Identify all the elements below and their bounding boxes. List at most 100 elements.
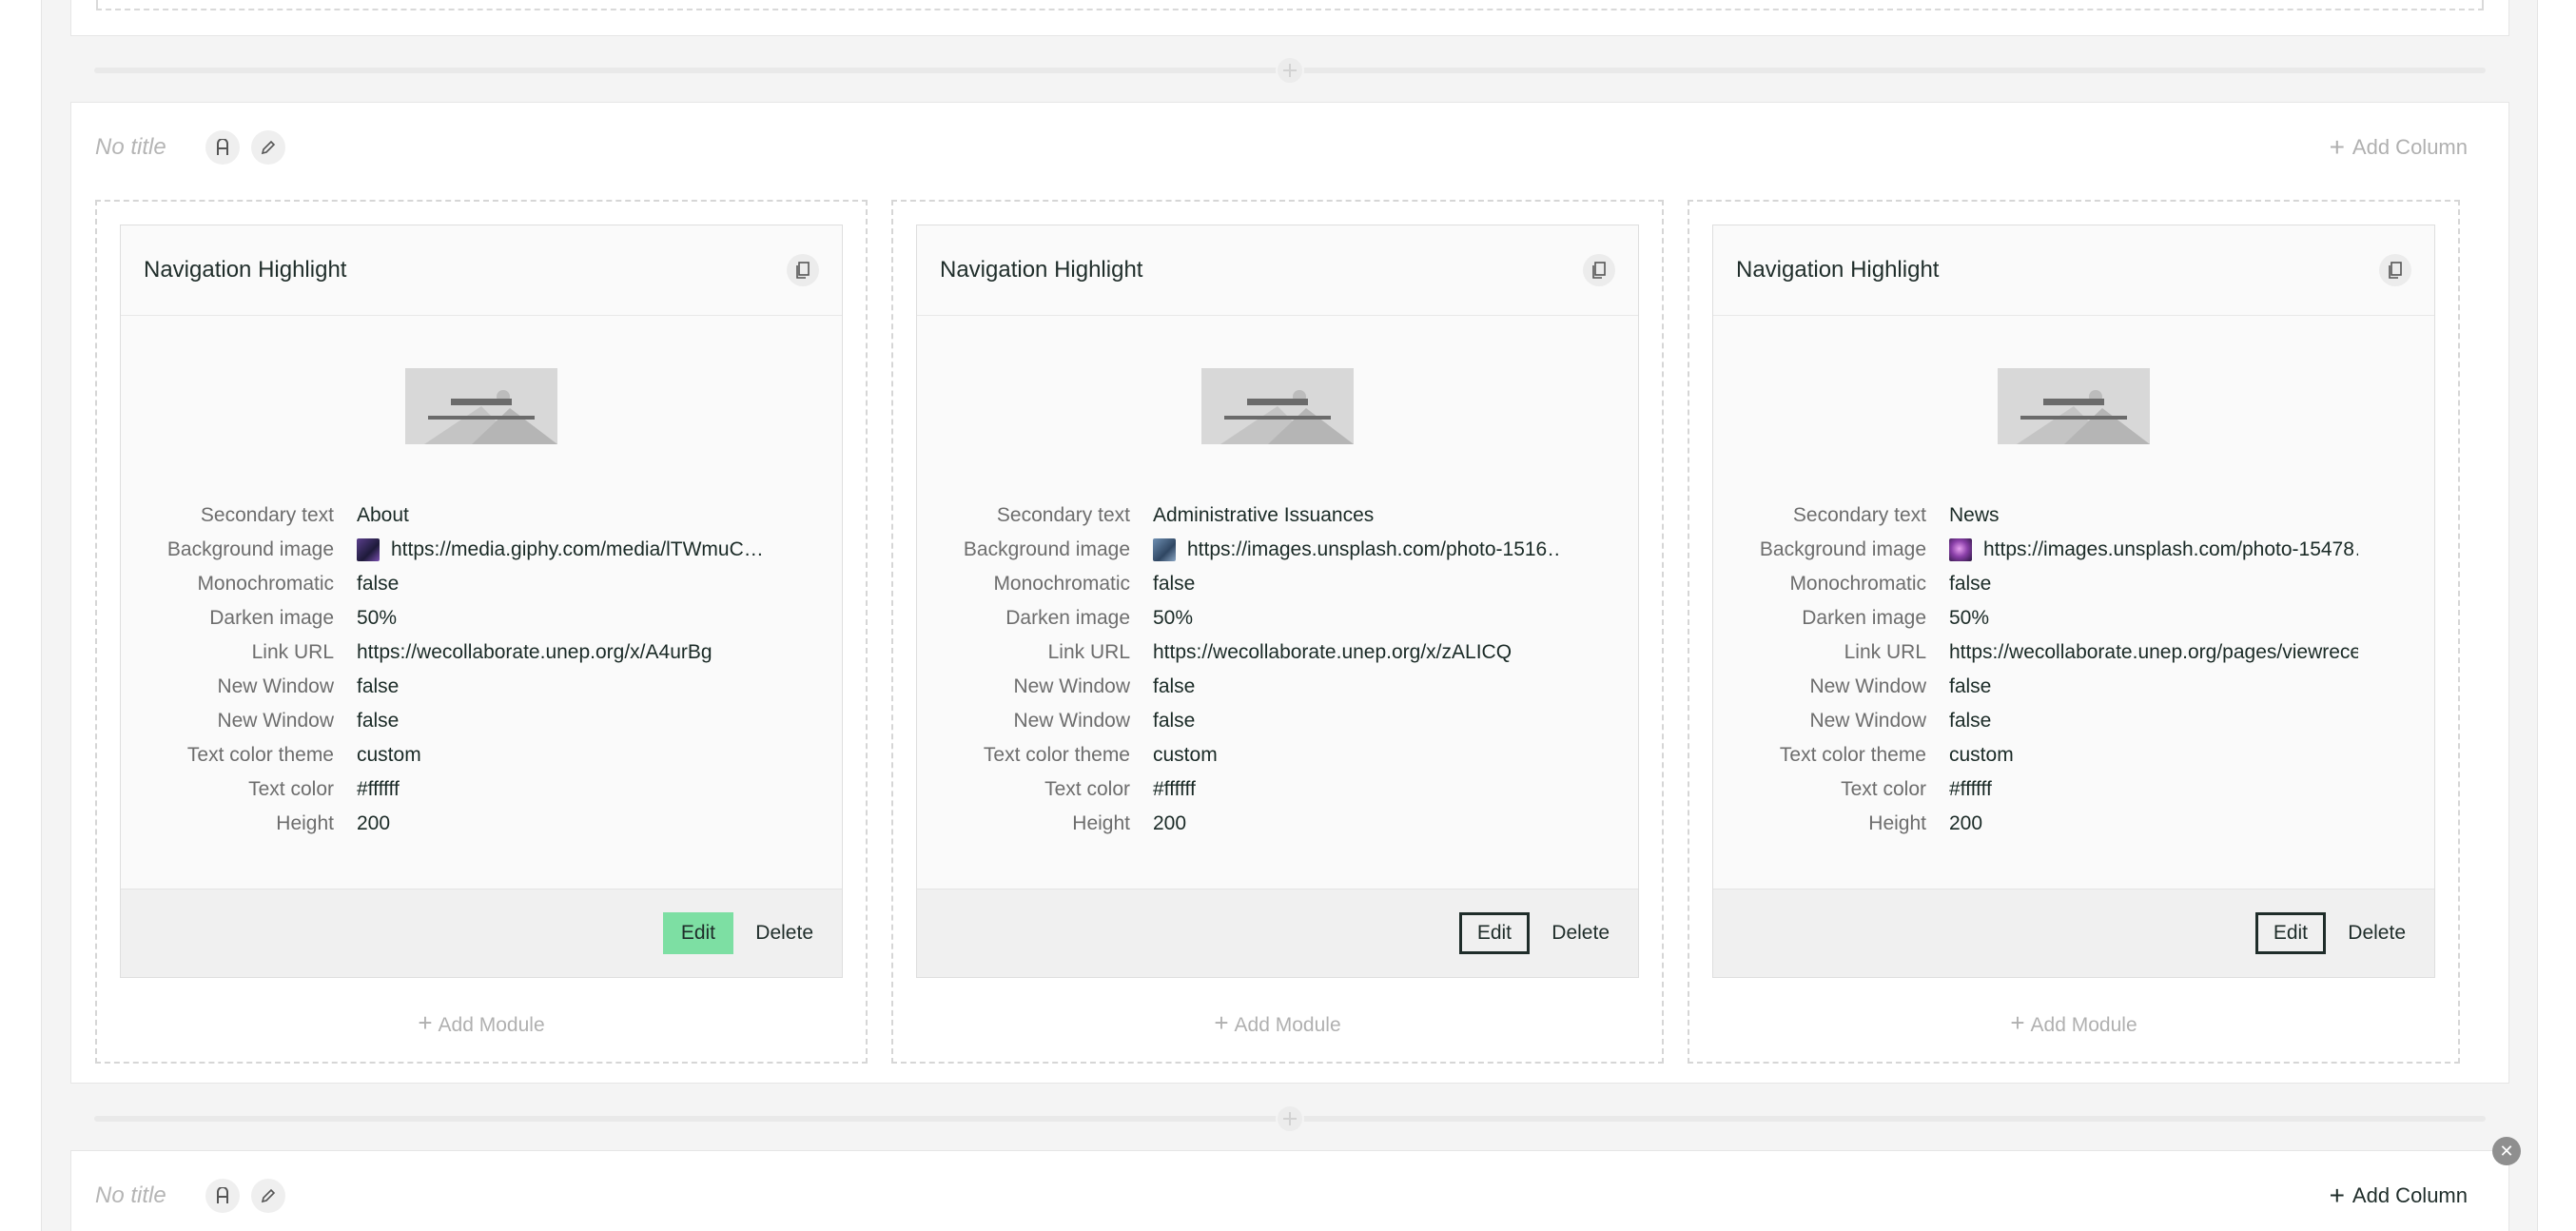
module-properties: Secondary text Administrative Issuances B… [917,498,1638,841]
property-row: New Window false [917,670,1638,704]
add-column-button[interactable]: + Add Column [2330,1182,2468,1209]
pencil-icon [261,1188,276,1203]
property-value: 50% [357,607,398,629]
module-footer: Edit Delete [121,889,842,977]
image-placeholder-icon [405,368,557,444]
row: No title + Add Column [70,1150,2509,1231]
module-card: Navigation Highlight [1712,225,2435,978]
property-value: https://wecollaborate.unep.org/pages/vie… [1949,641,2358,663]
previous-column-dropzone [96,0,2484,10]
plus-icon: + [2329,1181,2345,1210]
add-module-button[interactable]: + Add Module [1689,1008,2458,1038]
property-value: Administrative Issuances [1153,504,1375,526]
add-module-label: Add Module [2030,1014,2137,1036]
property-label: Darken image [1802,607,1926,629]
plus-icon: + [2329,132,2345,162]
property-value: 50% [1153,607,1194,629]
property-label: New Window [1809,675,1926,697]
property-label: Height [276,812,334,834]
property-value: 200 [1949,812,1983,834]
add-row-icon[interactable] [1276,1104,1304,1133]
property-row: Link URL https://wecollaborate.unep.org/x… [121,635,842,670]
copy-module-button[interactable] [1583,254,1615,286]
property-value: 50% [1949,607,1990,629]
background-image-url: https://images.unsplash.com/photo-15478… [1983,538,2358,560]
edit-button[interactable]: Edit [662,912,733,954]
background-image-url: https://media.giphy.com/media/lTWmuC… [391,538,764,560]
property-label: Secondary text [200,504,334,526]
property-label: Secondary text [1792,504,1926,526]
module-header: Navigation Highlight [121,225,842,316]
property-row: Monochromatic false [917,567,1638,601]
delete-button[interactable]: Delete [755,912,813,954]
add-column-label: Add Column [2352,1183,2468,1207]
property-value: #ffffff [1153,778,1196,800]
plus-icon: + [418,1008,433,1037]
property-value: false [1153,710,1196,732]
property-value: false [357,675,400,697]
property-row: Secondary text About [121,498,842,533]
copy-module-button[interactable] [787,254,819,286]
property-label: Secondary text [996,504,1130,526]
row-title[interactable]: No title [95,134,166,161]
property-label: New Window [217,675,334,697]
close-icon[interactable]: ✕ [2492,1137,2521,1165]
property-label: Text color theme [1779,744,1926,766]
property-row: Height 200 [121,807,842,841]
row-edit-button[interactable] [251,130,285,165]
add-row-icon[interactable] [1276,56,1304,85]
property-value: https://images.unsplash.com/photo-15478… [1949,538,2358,561]
editor-canvas: No title + Add Column Navigation Highlig… [41,0,2538,1231]
row-header: No title + Add Column [95,1151,2485,1231]
delete-button[interactable]: Delete [1551,912,1610,954]
row-settings-button[interactable] [205,130,240,165]
property-value: false [357,710,400,732]
property-label: Link URL [1047,641,1130,663]
property-row: Text color theme custom [917,738,1638,772]
property-value: custom [357,744,421,766]
property-label: Height [1868,812,1926,834]
property-value: https://images.unsplash.com/photo-1516… [1153,538,1562,561]
module-card: Navigation Highlight [916,225,1639,978]
copy-icon [1592,262,1606,279]
row-title[interactable]: No title [95,1182,166,1209]
row-settings-button[interactable] [205,1179,240,1213]
image-placeholder [1201,368,1354,444]
background-image-url: https://images.unsplash.com/photo-1516… [1187,538,1562,560]
property-row: Darken image 50% [917,601,1638,635]
property-row: New Window false [121,704,842,738]
previous-row [70,0,2509,36]
property-row: Secondary text Administrative Issuances [917,498,1638,533]
property-label: Link URL [1844,641,1926,663]
image-placeholder-icon [1201,368,1354,444]
plus-icon: + [1214,1008,1229,1037]
module-title: Navigation Highlight [940,257,1143,283]
edit-button[interactable]: Edit [1458,912,1530,954]
add-module-button[interactable]: + Add Module [893,1008,1662,1038]
row-edit-button[interactable] [251,1179,285,1213]
property-label: Monochromatic [197,573,334,595]
copy-module-button[interactable] [2379,254,2411,286]
property-label: Link URL [251,641,334,663]
property-value: https://media.giphy.com/media/lTWmuC… [357,538,764,561]
property-value: News [1949,504,2000,526]
property-value: About [357,504,409,526]
property-label: Darken image [1005,607,1130,629]
copy-icon [796,262,810,279]
module-title: Navigation Highlight [1736,257,1940,283]
property-row: Text color #ffffff [1713,772,2434,807]
property-label: Background image [1759,538,1926,560]
row-separator [94,56,2486,85]
property-value: false [1949,675,1992,697]
edit-button[interactable]: Edit [2254,912,2326,954]
add-column-label: Add Column [2352,135,2468,159]
row-header: No title + Add Column [95,103,2485,192]
add-column-button[interactable]: + Add Column [2330,134,2468,161]
property-value: false [357,573,400,595]
property-label: Background image [963,538,1130,560]
image-placeholder [405,368,557,444]
property-value: false [1153,573,1196,595]
add-module-button[interactable]: + Add Module [97,1008,866,1038]
delete-button[interactable]: Delete [2348,912,2406,954]
copy-icon [2389,262,2402,279]
